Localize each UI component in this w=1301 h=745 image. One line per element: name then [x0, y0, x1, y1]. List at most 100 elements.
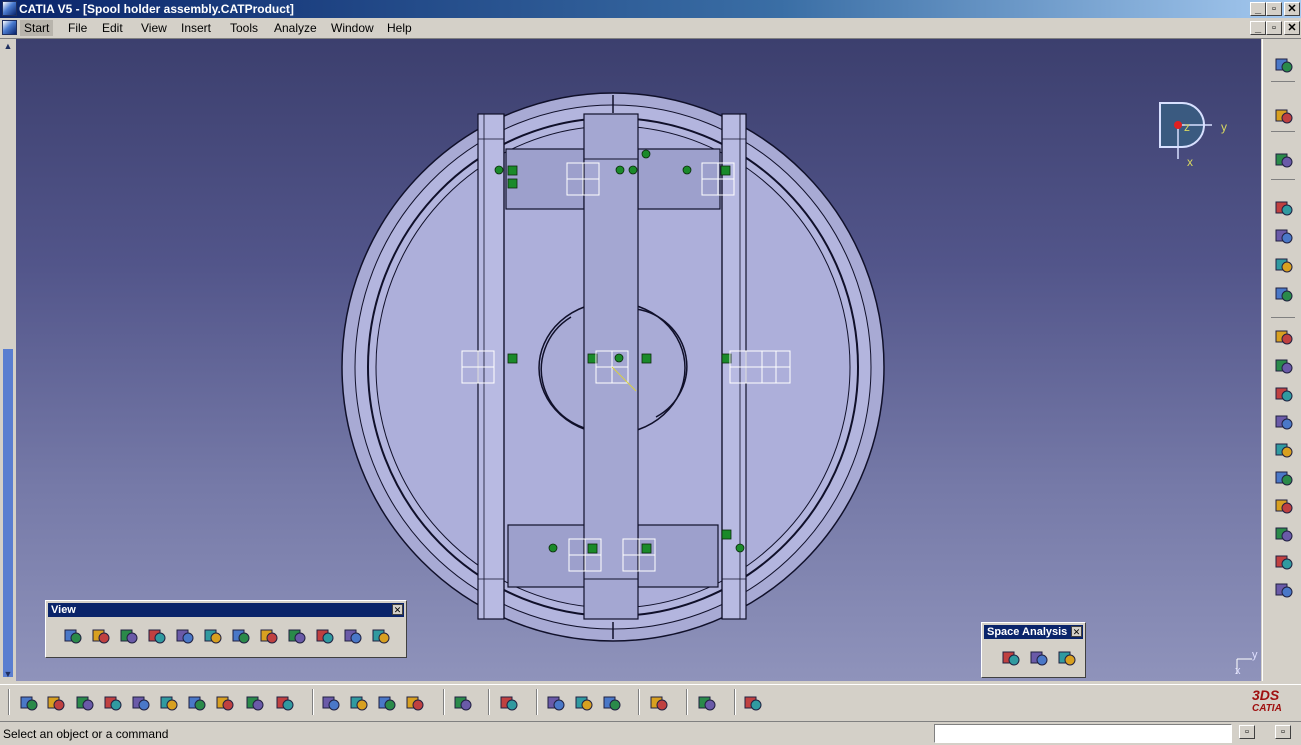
doc-minimize-button[interactable]: _ — [1250, 21, 1266, 35]
replace-icon[interactable] — [404, 692, 426, 714]
manipulation-icon[interactable] — [348, 692, 370, 714]
right-toolbar — [1262, 39, 1301, 681]
copy-icon[interactable] — [158, 692, 180, 714]
coincidence-icon[interactable] — [1273, 326, 1295, 348]
status-button-2[interactable]: ▫ — [1275, 725, 1291, 739]
minimize-button[interactable]: _ — [1250, 2, 1266, 16]
fit-all-in-icon[interactable] — [90, 625, 112, 647]
angle-icon[interactable] — [1273, 411, 1295, 433]
menu-help[interactable]: Help — [387, 21, 412, 35]
zoom-out-icon[interactable] — [202, 625, 224, 647]
quick-constraint-icon[interactable] — [1273, 495, 1295, 517]
insert-component-icon[interactable] — [1273, 197, 1295, 219]
menu-insert[interactable]: Insert — [181, 21, 211, 35]
quick-view-icon[interactable] — [286, 625, 308, 647]
grid-icon[interactable] — [742, 692, 764, 714]
menu-view[interactable]: View — [141, 21, 167, 35]
menu-bar: Start File Edit View Insert Tools Analyz… — [0, 18, 1301, 39]
pan-icon[interactable] — [118, 625, 140, 647]
insert-existing-icon[interactable] — [376, 692, 398, 714]
restore-button[interactable]: ▫ — [1266, 2, 1282, 16]
swap-visible-space-icon[interactable] — [370, 625, 392, 647]
status-button-1[interactable]: ▫ — [1239, 725, 1255, 739]
update-constraint-icon[interactable] — [1273, 551, 1295, 573]
explode-icon[interactable] — [1273, 254, 1295, 276]
publication-icon[interactable] — [696, 692, 718, 714]
redo-icon[interactable] — [244, 692, 266, 714]
space-analysis-toolbar[interactable]: Space Analysis ✕ — [981, 622, 1086, 678]
sectioning-icon[interactable] — [1028, 647, 1050, 669]
space-analysis-toolbar-title[interactable]: Space Analysis — [984, 625, 1083, 639]
rotate-icon[interactable] — [146, 625, 168, 647]
offset-icon[interactable] — [1273, 383, 1295, 405]
measure-item-icon[interactable] — [573, 692, 595, 714]
compass-y-label: y — [1221, 120, 1227, 134]
fix-icon[interactable] — [1273, 439, 1295, 461]
zoom-in-icon[interactable] — [174, 625, 196, 647]
update-icon[interactable] — [648, 692, 670, 714]
menu-analyze[interactable]: Analyze — [274, 21, 317, 35]
view-toolbar-title[interactable]: View — [48, 603, 404, 617]
close-button[interactable]: ✕ — [1284, 2, 1300, 16]
reuse-pattern-icon[interactable] — [1273, 579, 1295, 601]
save-icon[interactable] — [74, 692, 96, 714]
measure-inertia-icon[interactable] — [601, 692, 623, 714]
contact-icon[interactable] — [1273, 355, 1295, 377]
toolbar-separator — [686, 689, 688, 715]
cut-icon[interactable] — [130, 692, 152, 714]
menu-edit[interactable]: Edit — [102, 21, 123, 35]
new-product-icon[interactable] — [1273, 225, 1295, 247]
scrollbar-thumb[interactable] — [3, 349, 13, 677]
assembly-geometry[interactable] — [16, 39, 1261, 681]
bottom-toolbar: 3DS CATIA — [0, 684, 1301, 721]
whats-this-icon[interactable] — [274, 692, 296, 714]
open-icon[interactable] — [45, 692, 67, 714]
menu-file[interactable]: File — [68, 21, 87, 35]
menu-tools[interactable]: Tools — [230, 21, 258, 35]
command-input[interactable] — [934, 724, 1232, 743]
doc-close-button[interactable]: ✕ — [1284, 21, 1300, 35]
snap-icon[interactable] — [320, 692, 342, 714]
menu-window[interactable]: Window — [331, 21, 374, 35]
view-toolbar-close-icon[interactable]: ✕ — [392, 604, 403, 615]
doc-restore-button[interactable]: ▫ — [1266, 21, 1282, 35]
window-title: CATIA V5 - [Spool holder assembly.CATPro… — [19, 2, 294, 16]
fly-mode-icon[interactable] — [62, 625, 84, 647]
view-toolbar[interactable]: View ✕ — [45, 600, 407, 658]
capture-icon[interactable] — [452, 692, 474, 714]
flexible-rigid-icon[interactable] — [1273, 523, 1295, 545]
space-analysis-close-icon[interactable]: ✕ — [1071, 626, 1082, 637]
toolbar-separator — [1271, 81, 1295, 82]
distance-band-analysis-icon[interactable] — [1056, 647, 1078, 669]
fix-together-icon[interactable] — [1273, 467, 1295, 489]
smart-move-icon[interactable] — [1273, 283, 1295, 305]
toolbar-separator — [1271, 179, 1295, 180]
normal-view-icon[interactable] — [230, 625, 252, 647]
new-icon[interactable] — [18, 692, 40, 714]
paste-icon[interactable] — [186, 692, 208, 714]
toolbar-separator — [8, 689, 10, 715]
document-icon[interactable] — [2, 20, 17, 35]
print-icon[interactable] — [102, 692, 124, 714]
scroll-up-icon[interactable]: ▲ — [2, 41, 14, 51]
gear-assembly-icon[interactable] — [1273, 54, 1295, 76]
title-bar: CATIA V5 - [Spool holder assembly.CATPro… — [0, 0, 1301, 18]
scroll-down-icon[interactable]: ▼ — [2, 669, 14, 679]
toolbar-separator — [638, 689, 640, 715]
catia-app-icon[interactable] — [2, 1, 17, 16]
3d-viewport[interactable]: z y x y x — [16, 39, 1261, 681]
vertical-scrollbar[interactable]: ▲ ▼ — [1, 39, 15, 681]
toolbar-separator — [312, 689, 314, 715]
toolbar-separator — [536, 689, 538, 715]
measure-between-icon[interactable] — [545, 692, 567, 714]
view-mode-icon[interactable] — [314, 625, 336, 647]
multi-view-icon[interactable] — [258, 625, 280, 647]
menu-start[interactable]: Start — [20, 20, 54, 36]
catalog-icon[interactable] — [498, 692, 520, 714]
hide-show-icon[interactable] — [342, 625, 364, 647]
mini-axis-y-label: y — [1252, 649, 1258, 661]
select-arrow-icon[interactable] — [1273, 105, 1295, 127]
clash-icon[interactable] — [1000, 647, 1022, 669]
move-icon[interactable] — [1273, 149, 1295, 171]
undo-icon[interactable] — [214, 692, 236, 714]
